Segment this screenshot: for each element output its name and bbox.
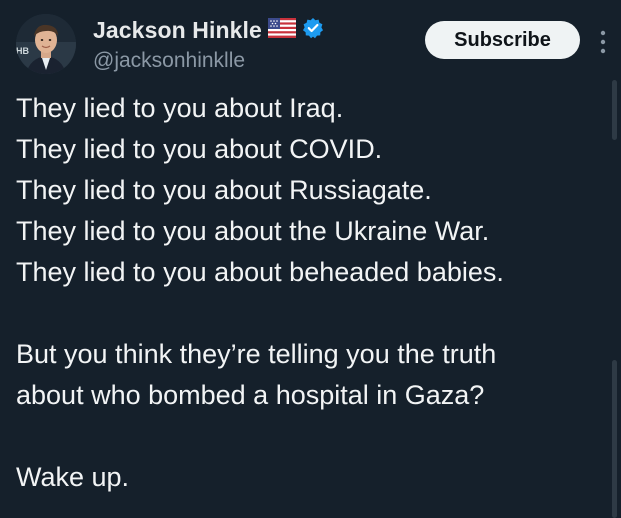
- post-text-line: They lied to you about Russiagate.: [16, 175, 432, 205]
- post: HB Jackson Hinkle @jacksonhinklle Subscr…: [0, 0, 621, 518]
- us-flag-icon: [267, 17, 296, 43]
- post-paragraph: Wake up.: [16, 457, 606, 498]
- author-handle[interactable]: @jacksonhinklle: [93, 49, 245, 73]
- scrollbar-track[interactable]: [612, 360, 617, 518]
- post-text-line: They lied to you about the Ukraine War.: [16, 216, 490, 246]
- subscribe-button[interactable]: Subscribe: [425, 21, 580, 59]
- verified-badge-icon: [302, 17, 324, 44]
- post-paragraph: They lied to you about Iraq. They lied t…: [16, 88, 606, 293]
- post-paragraph: But you think they’re telling you the tr…: [16, 334, 606, 416]
- author-name-row: Jackson Hinkle: [93, 15, 324, 45]
- post-text-line: They lied to you about COVID.: [16, 134, 383, 164]
- post-text-line: But you think they’re telling you the tr…: [16, 339, 497, 369]
- author-display-name[interactable]: Jackson Hinkle: [93, 17, 262, 44]
- avatar[interactable]: HB: [16, 14, 76, 74]
- scrollbar-thumb[interactable]: [612, 80, 617, 140]
- post-text-line: about who bombed a hospital in Gaza?: [16, 380, 485, 410]
- post-text-line: They lied to you about beheaded babies.: [16, 257, 504, 287]
- more-vertical-icon[interactable]: [597, 28, 609, 56]
- post-text: They lied to you about Iraq. They lied t…: [16, 88, 606, 498]
- post-text-line: Wake up.: [16, 462, 130, 492]
- svg-text:HB: HB: [16, 46, 29, 56]
- post-header: HB Jackson Hinkle @jacksonhinklle Subscr…: [16, 12, 611, 78]
- post-text-line: They lied to you about Iraq.: [16, 93, 344, 123]
